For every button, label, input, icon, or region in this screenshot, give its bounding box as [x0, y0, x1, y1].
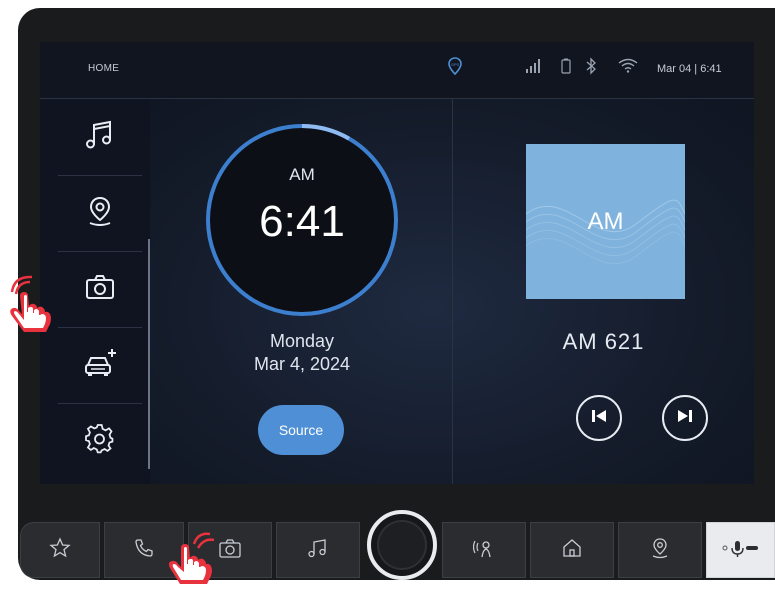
location-pin-icon	[649, 537, 671, 564]
music-note-icon	[85, 119, 115, 156]
star-icon	[49, 536, 71, 564]
status-bar: HOME GPS Mar 04 | 6:41	[40, 42, 754, 99]
clock-day: Monday	[269, 331, 335, 351]
sidebar-item-vehicle[interactable]	[58, 327, 142, 404]
voice-hard-button[interactable]	[442, 522, 526, 578]
music-hard-button[interactable]	[276, 522, 360, 578]
clock-time: 6:41	[259, 197, 345, 246]
music-note-icon	[307, 537, 329, 564]
station-name: AM 621	[562, 329, 645, 354]
album-art[interactable]: AM	[526, 144, 685, 299]
signal-icon	[526, 59, 542, 78]
next-button[interactable]	[662, 395, 708, 441]
status-datetime: Mar 04 | 6:41	[657, 63, 722, 75]
clock-date: Mar 4, 2024	[253, 354, 351, 374]
source-button[interactable]: Source	[258, 405, 344, 455]
previous-button[interactable]	[576, 395, 622, 441]
camera-icon	[85, 273, 115, 306]
sidebar-scrollbar[interactable]	[148, 239, 150, 469]
sidebar-item-navigation[interactable]	[58, 175, 142, 252]
gear-icon	[85, 423, 115, 459]
microphone-icon	[721, 537, 761, 564]
gps-badge: GPS	[451, 62, 460, 67]
gps-icon: GPS	[448, 57, 462, 80]
phone-icon	[133, 537, 155, 564]
battery-icon	[561, 58, 571, 79]
skip-next-icon	[676, 407, 694, 430]
voice-icon	[472, 537, 495, 564]
bluetooth-icon	[585, 57, 597, 80]
skip-previous-icon	[590, 407, 608, 430]
pointing-hand-icon	[4, 274, 60, 341]
sidebar-item-camera[interactable]	[58, 251, 142, 328]
mic-hard-button[interactable]	[706, 522, 775, 578]
wifi-icon	[618, 58, 638, 78]
page-title: HOME	[88, 63, 120, 74]
clock-ampm: AM	[289, 165, 315, 184]
pointing-hand-icon	[164, 524, 224, 592]
favorite-hard-button[interactable]	[20, 522, 100, 578]
sidebar-item-music[interactable]	[58, 99, 142, 176]
volume-knob[interactable]	[367, 510, 437, 580]
home-icon	[561, 537, 583, 564]
location-pin-icon	[86, 195, 114, 232]
sidebar-item-settings[interactable]	[58, 403, 142, 479]
car-add-icon	[83, 347, 117, 384]
clock-panel: AM 6:41 Monday Mar 4, 2024 Source	[152, 99, 452, 484]
media-panel: AM AM 621	[453, 99, 754, 484]
home-hard-button[interactable]	[530, 522, 614, 578]
album-label: AM	[587, 207, 624, 235]
knob-center	[377, 520, 427, 570]
navigation-hard-button[interactable]	[618, 522, 702, 578]
infotainment-screen: HOME GPS Mar 04 | 6:41 AM 6:41 Monday Ma…	[40, 42, 754, 484]
